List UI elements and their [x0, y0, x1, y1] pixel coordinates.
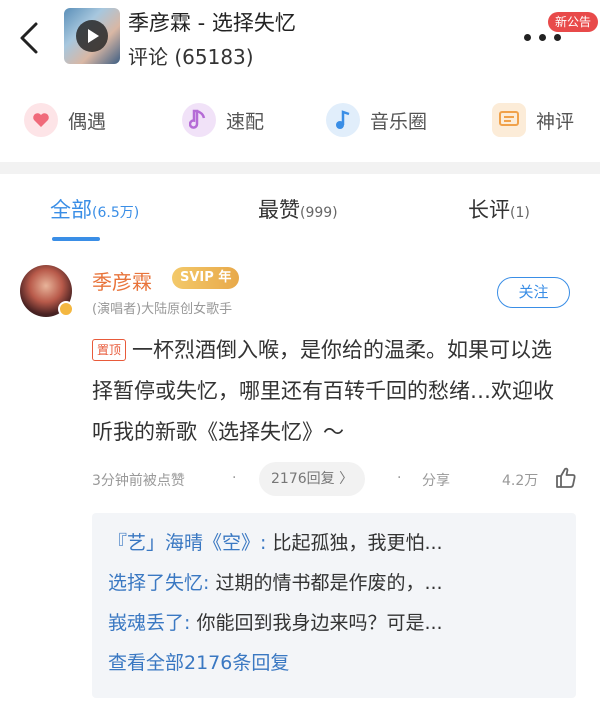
follow-button[interactable]: 关注 [497, 277, 570, 308]
tab-count: (1) [510, 205, 530, 221]
tab-long-review[interactable]: 长评(1) [468, 194, 530, 224]
comment-username[interactable]: 季彦霖 [92, 266, 152, 295]
new-notice-badge[interactable]: 新公告 [548, 12, 599, 32]
avatar[interactable] [20, 265, 74, 317]
comment-text: 一杯烈酒倒入喉，是你给的温柔。如果可以选择暂停或失忆，哪里还有百转千回的愁绪…欢… [92, 338, 554, 444]
action-top-comments[interactable]: 神评 [492, 102, 574, 138]
more-dot [554, 34, 561, 41]
thumbs-up-icon[interactable] [554, 466, 578, 490]
tab-count: (6.5万) [92, 205, 140, 221]
reply-author[interactable]: 峩魂丢了: [108, 612, 190, 634]
chevron-left-icon [20, 22, 38, 54]
tab-label: 长评 [468, 198, 510, 222]
tab-all[interactable]: 全部(6.5万) [50, 194, 139, 224]
reply-author[interactable]: 选择了失忆: [108, 572, 209, 594]
pinned-badge: 置顶 [92, 339, 127, 361]
action-label: 神评 [536, 110, 575, 133]
more-dots-icon [524, 34, 531, 41]
action-label: 音乐圈 [370, 110, 428, 133]
reply-item[interactable]: 选择了失忆: 过期的情书都是作废的，... [108, 563, 560, 603]
tab-label: 全部 [50, 198, 92, 222]
back-button[interactable] [14, 18, 46, 58]
reply-item[interactable]: 峩魂丢了: 你能回到我身边来吗？可是... [108, 603, 560, 643]
music-note-icon [182, 103, 216, 137]
comment-meta: 3分钟前被点赞 · 2176回复 〉 · 分享 4.2万 [92, 462, 582, 498]
comment-tabs: 全部(6.5万) 最赞(999) 长评(1) [0, 174, 600, 244]
active-tab-indicator [52, 237, 100, 241]
action-label: 偶遇 [68, 110, 107, 133]
action-match[interactable]: 速配 [182, 102, 264, 138]
comment-body: 置顶 一杯烈酒倒入喉，是你给的温柔。如果可以选择暂停或失忆，哪里还有百转千回的愁绪… [92, 330, 572, 453]
reply-count-button[interactable]: 2176回复 〉 [259, 462, 366, 496]
reply-preview[interactable]: 『艺」海晴《空》: 比起孤独，我更怕... 选择了失忆: 过期的情书都是作废的，… [92, 513, 576, 698]
quick-actions: 偶遇 速配 音乐圈 神评 [0, 86, 600, 154]
action-music-circle[interactable]: 音乐圈 [326, 102, 427, 138]
tab-most-liked[interactable]: 最赞(999) [258, 194, 338, 224]
comment-icon [492, 103, 526, 137]
separator-dot: · [232, 470, 237, 486]
play-icon[interactable] [76, 20, 108, 52]
separator-dot: · [397, 470, 402, 486]
like-count: 4.2万 [502, 473, 539, 489]
header: 季彦霖 - 选择失忆 评论 (65183) 新公告 [0, 0, 600, 80]
share-button[interactable]: 分享 [422, 470, 450, 490]
song-title: 季彦霖 - 选择失忆 [128, 11, 296, 35]
user-identity: (演唱者)大陆原创女歌手 [92, 302, 233, 317]
comment-count-title: 评论 (65183) [128, 45, 254, 69]
view-all-replies-link[interactable]: 查看全部2176条回复 [108, 643, 560, 683]
more-dot [539, 34, 546, 41]
tab-label: 最赞 [258, 198, 300, 222]
heart-icon [24, 103, 58, 137]
reply-author[interactable]: 『艺」海晴《空》: [108, 532, 266, 554]
comment-time: 3分钟前被点赞 [92, 473, 185, 489]
reply-text: 过期的情书都是作废的，... [209, 572, 443, 594]
svip-badge: SVIP 年 [172, 267, 240, 289]
reply-item[interactable]: 『艺」海晴《空》: 比起孤独，我更怕... [108, 523, 560, 563]
action-label: 速配 [226, 110, 265, 133]
reply-text: 你能回到我身边来吗？可是... [190, 612, 443, 634]
section-divider [0, 162, 600, 174]
reply-text: 比起孤独，我更怕... [266, 532, 443, 554]
music-note-circle-icon [326, 103, 360, 137]
verified-icon [58, 301, 74, 317]
album-cover[interactable] [64, 8, 120, 64]
tab-count: (999) [300, 205, 338, 221]
action-encounter[interactable]: 偶遇 [24, 102, 106, 138]
